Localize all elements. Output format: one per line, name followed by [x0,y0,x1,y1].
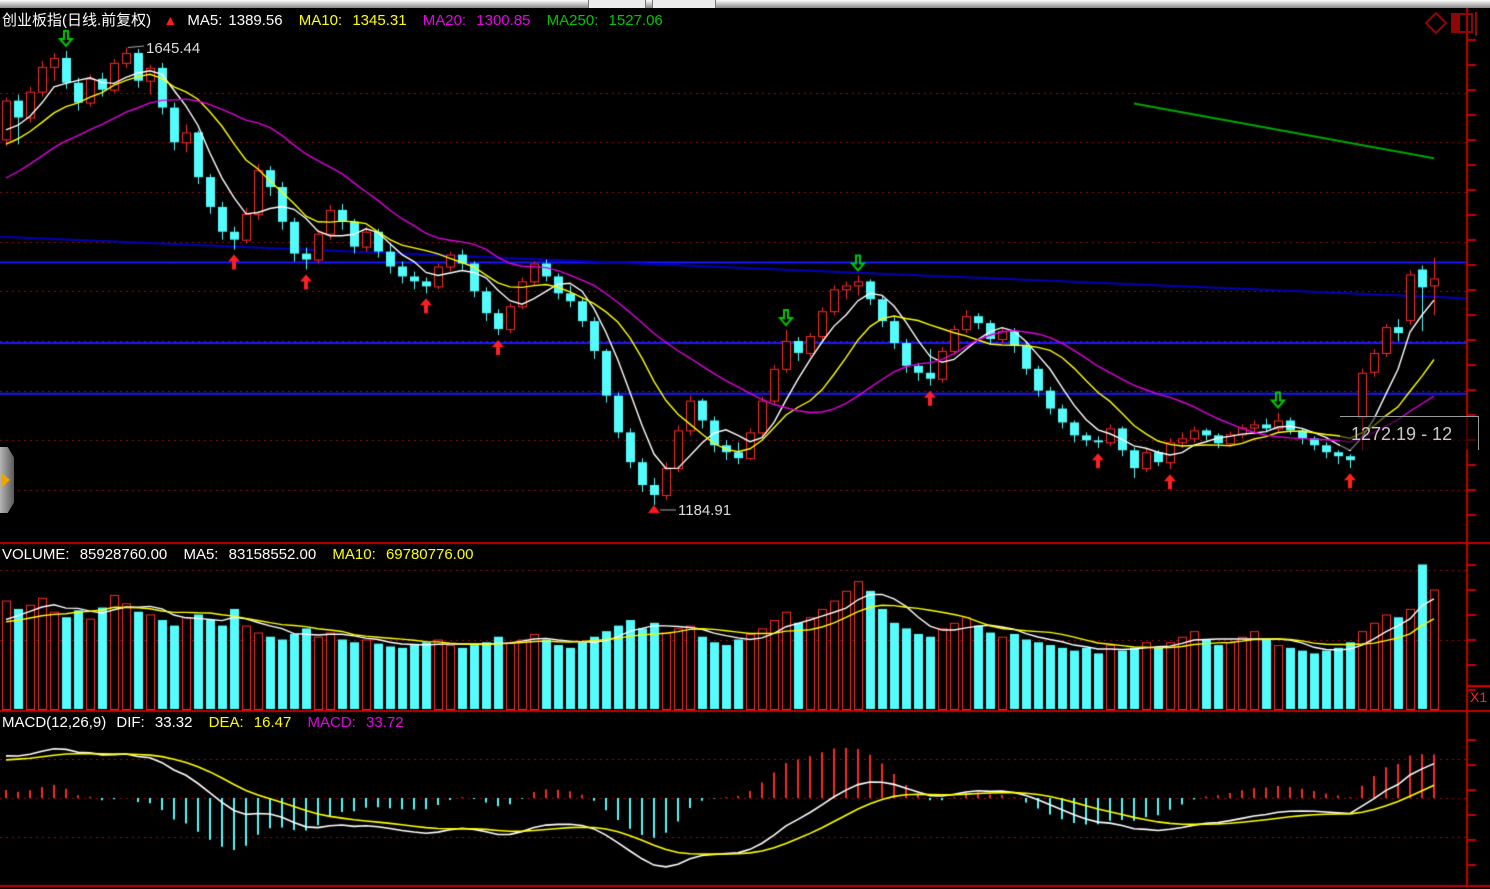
symbol-title: 创业板指(日线.前复权) [2,12,151,29]
macd-value-indicator: MACD: 33.72 [308,714,410,731]
main-chart-header: 创业板指(日线.前复权) ▲ MA5:1389.56 MA10: 1345.31… [2,9,675,30]
up-arrow-icon: ▲ [163,12,177,28]
sidebar-expander-handle[interactable] [0,447,14,513]
dif-indicator: DIF: 33.32 [116,714,198,731]
chart-canvas[interactable] [0,0,1490,889]
volume-ma5-indicator: MA5: 83158552.00 [183,546,322,563]
toolbar-bottom-edge [0,0,1490,8]
toolbar-button[interactable] [652,0,716,8]
macd-title: MACD(12,26,9) [2,714,106,731]
ma250-indicator: MA250: 1527.06 [547,12,669,29]
volume-indicator: VOLUME: 85928760.00 [2,546,173,563]
ma5-indicator: MA5:1389.56 [187,12,288,29]
price-tooltip: 1272.19 - 12 [1340,416,1479,450]
expand-arrow-icon [2,473,10,487]
ma10-indicator: MA10: 1345.31 [299,12,413,29]
pane-scale-label: X1 [1468,686,1490,707]
split-window-icon[interactable] [1451,13,1473,33]
volume-ma10-indicator: MA10: 69780776.00 [332,546,479,563]
high-price-label: 1645.44 [146,40,200,57]
volume-header: VOLUME: 85928760.00 MA5: 83158552.00 MA1… [2,546,486,563]
trading-app-window: 创业板指(日线.前复权) ▲ MA5:1389.56 MA10: 1345.31… [0,0,1490,889]
axis-top-tick [1475,12,1477,36]
toolbar-button[interactable] [588,0,646,8]
ma20-indicator: MA20: 1300.85 [423,12,537,29]
dea-indicator: DEA: 16.47 [209,714,298,731]
macd-header: MACD(12,26,9) DIF: 33.32 DEA: 16.47 MACD… [2,714,416,731]
low-price-label: 1184.91 [678,502,731,519]
